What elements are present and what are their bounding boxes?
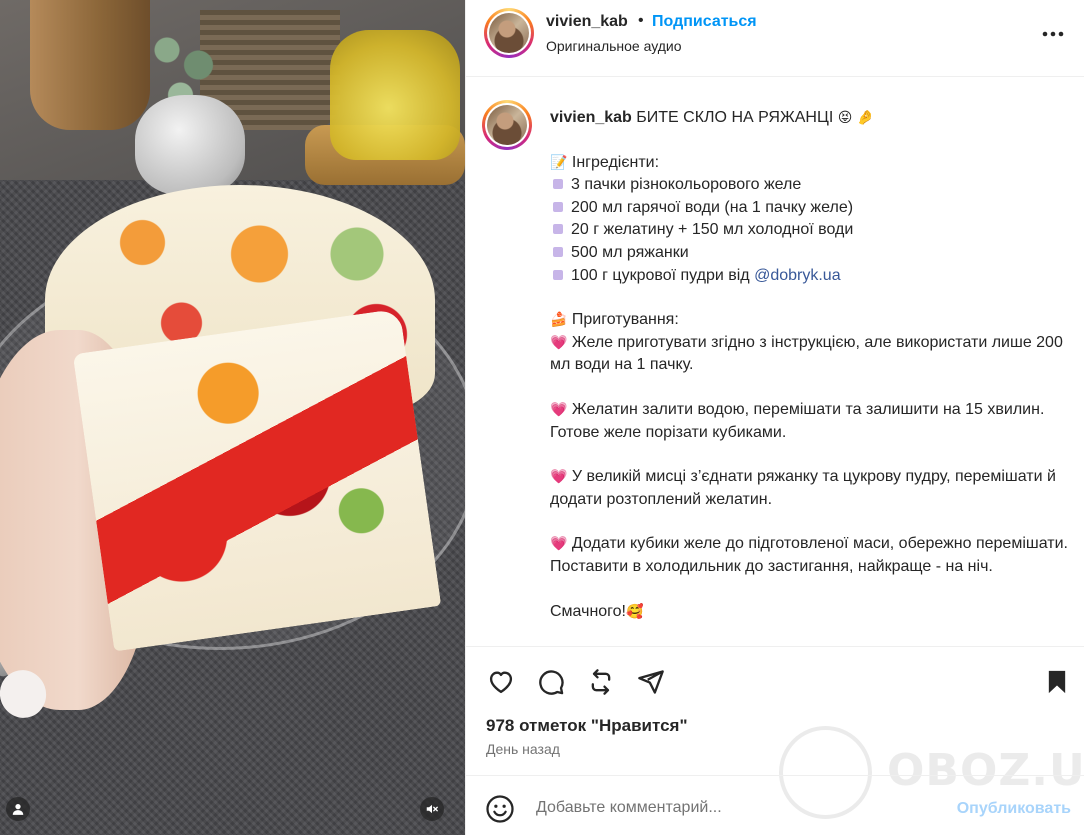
post-media[interactable]	[0, 0, 465, 835]
media-pot	[135, 95, 245, 195]
caption-avatar[interactable]	[482, 100, 532, 150]
comment-input[interactable]	[536, 793, 936, 823]
ingredients-emoji: 📝	[550, 154, 568, 171]
comment-icon	[539, 670, 564, 695]
comment-button[interactable]	[534, 665, 568, 699]
post-date[interactable]: День назад	[486, 741, 560, 757]
publish-button[interactable]: Опубликовать	[957, 800, 1071, 818]
more-options-button[interactable]	[1039, 22, 1067, 46]
ingredient-item: 3 пачки різнокольорового желе	[550, 174, 1070, 197]
mute-button[interactable]	[420, 797, 444, 821]
post-header: vivien_kab • Подписаться Оригинальное ау…	[466, 0, 1084, 77]
heart-emoji-icon: 💗	[550, 401, 568, 418]
step-item: 💗 Желатин залити водою, перемішати та за…	[550, 400, 1045, 441]
bullet-icon	[553, 201, 563, 212]
ingredient-item: 20 г желатину + 150 мл холодної води	[550, 219, 1070, 242]
ingredient-item: 200 мл гарячої води (на 1 пачку желе)	[550, 197, 1070, 220]
caption-title-emoji: 😝 🤌	[837, 110, 875, 126]
post-side-panel: vivien_kab • Подписаться Оригинальное ау…	[465, 0, 1084, 835]
closing-emoji: 🥰	[626, 603, 644, 620]
share-button[interactable]	[634, 665, 668, 699]
header-separator: •	[638, 12, 644, 29]
more-horizontal-icon	[1042, 31, 1064, 37]
step-item: 💗 У великій мисці з’єднати ряжанку та цу…	[550, 468, 1056, 508]
muted-speaker-icon	[426, 804, 438, 814]
comment-bar: Опубликовать	[466, 775, 1084, 835]
step-item: 💗 Додати кубики желе до підготовленої ма…	[550, 535, 1068, 575]
caption-username[interactable]: vivien_kab	[550, 109, 632, 126]
bullet-icon	[553, 224, 563, 235]
user-icon	[12, 804, 24, 815]
emoji-picker-button[interactable]	[484, 793, 516, 825]
media-oil-bottle	[330, 30, 460, 160]
tagged-user-button[interactable]	[6, 797, 30, 821]
media-jelly-slice	[72, 308, 442, 652]
author-username[interactable]: vivien_kab	[546, 13, 628, 31]
media-vase	[30, 0, 150, 130]
send-icon	[638, 670, 664, 694]
bullet-icon	[553, 246, 563, 257]
prep-emoji: 🍰	[550, 312, 568, 329]
heart-icon	[489, 671, 513, 694]
closing-text: Смачного!	[550, 602, 626, 620]
bullet-icon	[553, 179, 563, 190]
like-button[interactable]	[484, 665, 518, 699]
mention-link[interactable]: @dobryk.ua	[754, 267, 841, 284]
heart-emoji-icon: 💗	[550, 536, 568, 553]
bullet-icon	[553, 269, 563, 280]
repost-icon	[591, 669, 611, 695]
smiley-icon	[486, 795, 514, 823]
ingredient-item: 100 г цукрової пудри від @dobryk.ua	[550, 265, 1070, 288]
follow-button[interactable]: Подписаться	[652, 13, 757, 31]
heart-emoji-icon: 💗	[550, 334, 568, 351]
prep-title: Приготування:	[571, 311, 679, 329]
likes-count[interactable]: 978 отметок "Нравится"	[486, 716, 688, 736]
audio-label[interactable]: Оригинальное аудио	[546, 38, 682, 54]
ingredients-title: Інгредієнти:	[571, 153, 660, 171]
save-button[interactable]	[1040, 665, 1074, 699]
author-avatar[interactable]	[484, 8, 534, 58]
heart-emoji-icon: 💗	[550, 469, 568, 486]
bookmark-icon	[1048, 670, 1066, 694]
caption-area: vivien_kab БИТЕ СКЛО НА РЯЖАНЦІ 😝 🤌 📝 Ін…	[466, 78, 1084, 646]
caption-title: БИТЕ СКЛО НА РЯЖАНЦІ	[636, 109, 834, 126]
repost-button[interactable]	[584, 665, 618, 699]
action-bar	[466, 646, 1084, 716]
ingredient-item: 500 мл ряжанки	[550, 242, 1070, 265]
caption-text: vivien_kab БИТЕ СКЛО НА РЯЖАНЦІ 😝 🤌 📝 Ін…	[550, 107, 1070, 623]
step-item: 💗 Желе приготувати згідно з інструкцією,…	[550, 333, 1063, 374]
